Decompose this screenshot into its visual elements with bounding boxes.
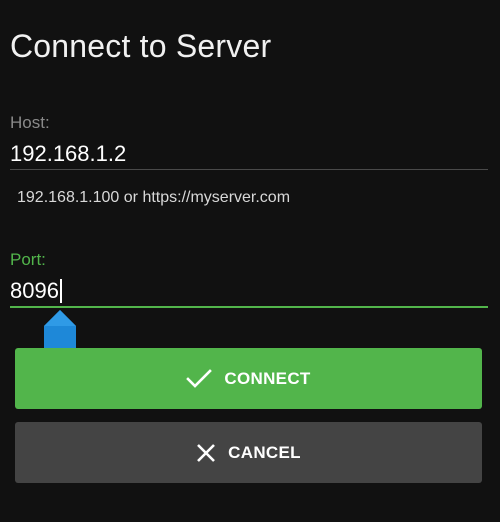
connect-button-label: CONNECT: [224, 368, 311, 388]
text-cursor: [59, 279, 62, 303]
page-title: Connect to Server: [10, 28, 272, 64]
check-icon: [186, 368, 213, 389]
cancel-button-label: CANCEL: [228, 442, 301, 462]
host-input[interactable]: 192.168.1.2: [10, 141, 126, 167]
cancel-button[interactable]: CANCEL: [15, 422, 482, 483]
connect-button[interactable]: CONNECT: [15, 348, 482, 409]
port-input[interactable]: 8096: [10, 278, 62, 304]
close-icon: [196, 443, 216, 463]
host-label: Host:: [10, 113, 50, 132]
port-label: Port:: [10, 250, 46, 269]
port-input-value: 8096: [10, 278, 59, 303]
host-input-underline: [10, 169, 488, 170]
host-hint: 192.168.1.100 or https://myserver.com: [17, 189, 291, 206]
port-input-underline: [10, 306, 488, 308]
